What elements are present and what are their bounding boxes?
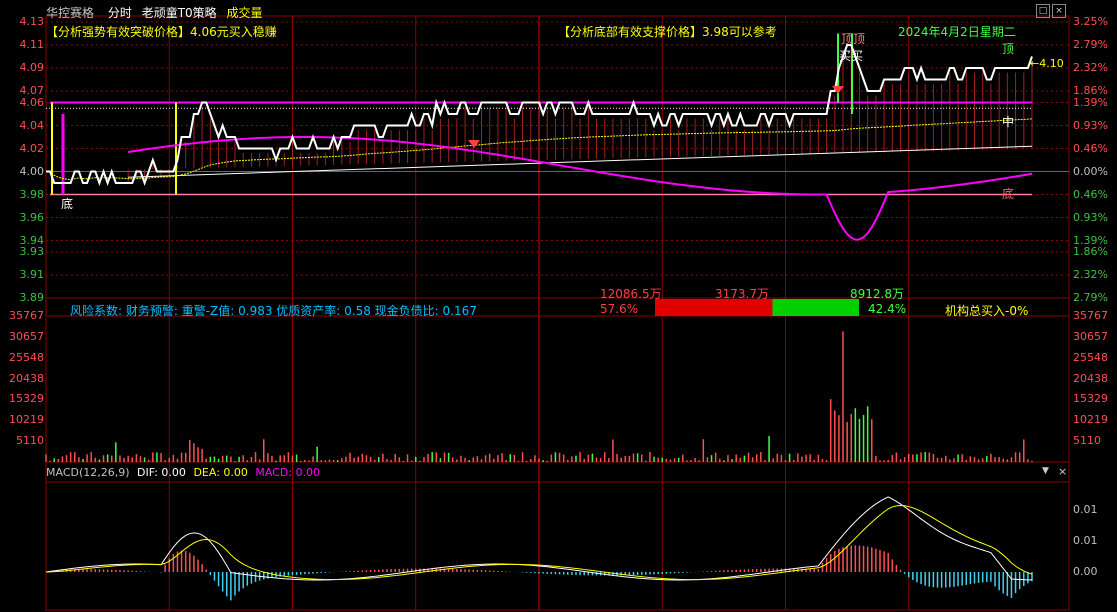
volume-tick-r-1: 30657 bbox=[1073, 329, 1108, 343]
volume-tick-r-5: 10219 bbox=[1073, 413, 1108, 427]
percent-tick-12: 2.32% bbox=[1073, 268, 1108, 281]
percent-tick-8: 0.46% bbox=[1073, 187, 1108, 201]
current-price-marker: ←4.10 bbox=[1030, 57, 1064, 70]
percent-tick-1: 2.79% bbox=[1073, 38, 1108, 51]
macd-header: MACD(12,26,9) DIF: 0.00 DEA: 0.00 MACD: … bbox=[46, 466, 320, 479]
price-tick-7: 4.00 bbox=[19, 164, 45, 178]
macd-dea: DEA: 0.00 bbox=[193, 466, 248, 479]
price-tick-2: 4.09 bbox=[19, 61, 45, 74]
mode-label[interactable]: 分时 bbox=[108, 6, 132, 20]
current-price: 4.10 bbox=[1039, 57, 1064, 70]
percent-tick-9: 0.93% bbox=[1073, 210, 1108, 224]
percent-tick-2: 2.32% bbox=[1073, 61, 1108, 74]
macd-title[interactable]: MACD(12,26,9) bbox=[46, 466, 130, 479]
price-tick-13: 3.89 bbox=[19, 291, 45, 304]
sell-percent: 57.6% bbox=[600, 302, 639, 316]
price-tick-5: 4.04 bbox=[19, 118, 45, 132]
price-tick-4: 4.06 bbox=[19, 95, 45, 109]
volume-tick-l-1: 30657 bbox=[9, 329, 44, 343]
support-text: 3.98可以参考 bbox=[702, 25, 777, 39]
price-tick-8: 3.98 bbox=[19, 187, 45, 201]
risk-info: 风险系数: 财务预警: 重警-Z值: 0.983 优质资产率: 0.58 现金负… bbox=[70, 304, 477, 318]
macd-value: MACD: 0.00 bbox=[255, 466, 321, 479]
volume-toggle[interactable]: 成交量 bbox=[226, 6, 262, 20]
mid-amount: 3173.7万 bbox=[715, 287, 769, 301]
volume-tick-r-0: 35767 bbox=[1073, 309, 1108, 322]
volume-tick-l-0: 35767 bbox=[9, 309, 44, 322]
sell-amount: 12086.5万 bbox=[600, 287, 662, 301]
down-triangle-icon bbox=[468, 140, 480, 148]
close-icon[interactable]: × bbox=[1052, 4, 1066, 18]
buy-ratio-bar bbox=[772, 299, 859, 316]
dropdown-icon[interactable]: ▼ bbox=[1042, 466, 1049, 476]
top-signal-labels: 顶顶 bbox=[841, 32, 866, 46]
volume-tick-l-4: 15329 bbox=[9, 392, 44, 406]
price-tick-12: 3.91 bbox=[19, 268, 45, 281]
arrow-left-icon: ← bbox=[1030, 57, 1040, 70]
breakout-banner: 【分析强势有效突破价格】4.06元买入稳赚 bbox=[46, 23, 277, 40]
percent-tick-6: 0.46% bbox=[1073, 141, 1108, 155]
support-banner: 【分析底部有效支撑价格】3.98可以参考 bbox=[558, 23, 777, 40]
buy-percent: 42.4% bbox=[868, 302, 907, 316]
percent-tick-7: 0.00% bbox=[1073, 164, 1108, 178]
middle-mark-right: 中 bbox=[1002, 115, 1015, 129]
macd-tick-0: 0.01 bbox=[1073, 503, 1098, 516]
bottom-mark-left: 底 bbox=[61, 197, 74, 211]
intraday-chart-window: 华控赛格 分时 老顽童T0策略 成交量 □ × 【分析强势有效突破价格】4.06… bbox=[0, 0, 1117, 612]
volume-tick-l-2: 25548 bbox=[9, 350, 44, 364]
top-mark-right: 顶 bbox=[1002, 42, 1015, 56]
percent-tick-11: 1.86% bbox=[1073, 245, 1108, 258]
close-panel-icon[interactable]: × bbox=[1058, 465, 1067, 478]
volume-tick-r-4: 15329 bbox=[1073, 392, 1108, 406]
volume-tick-l-6: 5110 bbox=[16, 434, 44, 448]
volume-tick-l-5: 10219 bbox=[9, 413, 44, 427]
macd-tick-1: 0.01 bbox=[1073, 534, 1098, 547]
price-tick-6: 4.02 bbox=[19, 141, 45, 155]
restore-icon[interactable]: □ bbox=[1036, 4, 1050, 18]
chart-header: 华控赛格 分时 老顽童T0策略 成交量 bbox=[46, 4, 263, 21]
bottom-mark-right: 底 bbox=[1002, 187, 1015, 201]
percent-tick-0: 3.25% bbox=[1073, 15, 1108, 28]
buy-amount: 8912.8万 bbox=[850, 287, 904, 301]
price-tick-11: 3.93 bbox=[19, 245, 45, 258]
price-tick-9: 3.96 bbox=[19, 210, 45, 224]
buy-signal-labels: 买买 bbox=[839, 49, 864, 63]
percent-tick-13: 2.79% bbox=[1073, 291, 1108, 304]
price-tick-0: 4.13 bbox=[19, 15, 45, 28]
volume-tick-r-6: 5110 bbox=[1073, 434, 1101, 448]
percent-tick-4: 1.39% bbox=[1073, 95, 1108, 109]
percent-tick-5: 0.93% bbox=[1073, 118, 1108, 132]
breakout-label: 【分析强势有效突破价格】 bbox=[46, 25, 191, 39]
stock-name: 华控赛格 bbox=[46, 6, 95, 20]
price-tick-1: 4.11 bbox=[19, 38, 45, 51]
volume-tick-r-3: 20438 bbox=[1073, 371, 1108, 385]
macd-tick-2: 0.00 bbox=[1073, 565, 1098, 578]
macd-dif: DIF: 0.00 bbox=[137, 466, 186, 479]
support-label: 【分析底部有效支撑价格】 bbox=[558, 25, 703, 39]
volume-tick-l-3: 20438 bbox=[9, 371, 44, 385]
date-label: 2024年4月2日星期二 bbox=[898, 25, 1016, 39]
institution-buy: 机构总买入-0% bbox=[945, 304, 1029, 318]
strategy-label[interactable]: 老顽童T0策略 bbox=[142, 6, 217, 20]
breakout-text: 4.06元买入稳赚 bbox=[190, 25, 277, 39]
volume-tick-r-2: 25548 bbox=[1073, 350, 1108, 364]
